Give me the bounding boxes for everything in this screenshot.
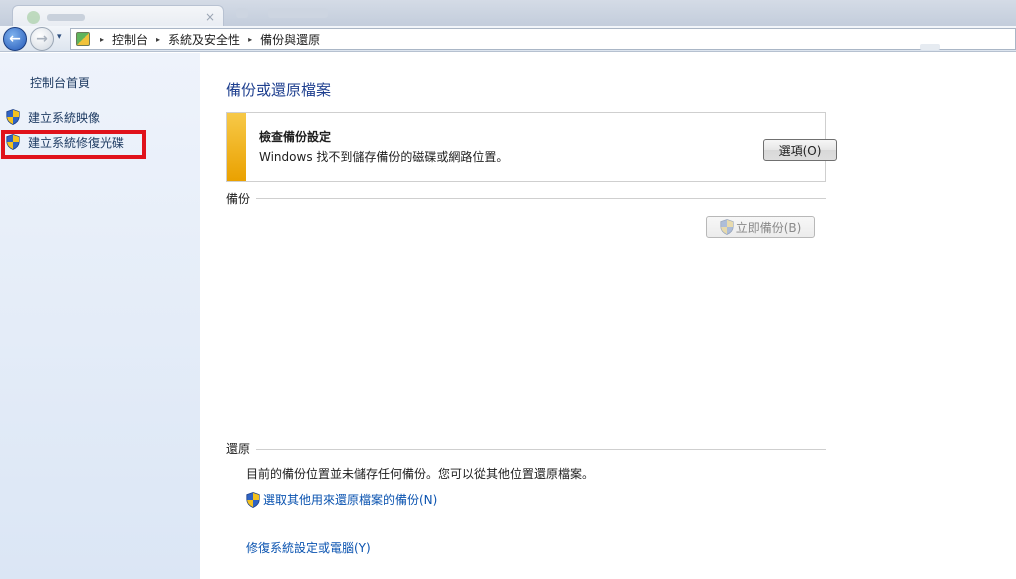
breadcrumb-control-panel[interactable]: 控制台 [112,31,148,48]
title-bar: × [0,0,1016,28]
section-divider [256,198,826,199]
sidebar: 控制台首頁 建立系統映像 建立系統修復光碟 [0,53,200,579]
recent-pages-dropdown-icon[interactable]: ▾ [57,32,62,42]
close-icon[interactable]: × [205,10,215,24]
backup-settings-notice: 檢查備份設定 Windows 找不到儲存備份的磁碟或網路位置。 選項(O) [226,112,837,182]
sidebar-item-create-system-image[interactable]: 建立系統映像 [6,108,100,126]
backup-section-label: 備份 [226,192,251,206]
blurred-element [236,8,248,18]
navigation-bar: ← → ▾ ▸ 控制台 ▸ 系統及安全性 ▸ 備份與還原 [0,26,1016,52]
shield-icon [720,219,734,235]
forward-button[interactable]: → [30,27,54,51]
back-button[interactable]: ← [3,27,27,51]
shield-icon [6,109,20,125]
address-bar[interactable]: ▸ 控制台 ▸ 系統及安全性 ▸ 備份與還原 [70,28,1016,50]
sidebar-item-label: 建立系統映像 [28,110,101,125]
blurred-element [920,44,940,50]
notice-message: Windows 找不到儲存備份的磁碟或網路位置。 [259,150,509,164]
blurred-element [268,8,328,18]
arrow-left-icon: ← [9,31,21,47]
back-up-now-label: 立即備份(B) [735,220,802,235]
shield-icon [246,491,260,508]
warning-bar [227,113,246,181]
highlight-annotation-box [1,130,146,159]
tab-favicon-icon [27,11,40,24]
restore-section-label: 還原 [226,442,251,456]
select-another-backup-label: 選取其他用來還原檔案的備份(N) [263,493,438,507]
chevron-right-icon[interactable]: ▸ [156,35,160,44]
browser-tab[interactable]: × [12,5,224,28]
sidebar-home-link[interactable]: 控制台首頁 [30,74,90,91]
restore-status-text: 目前的備份位置並未儲存任何備份。您可以從其他位置還原檔案。 [246,467,595,481]
tab-title-blurred [47,14,85,21]
section-divider [256,449,826,450]
notice-title: 檢查備份設定 [259,130,332,144]
page-title: 備份或還原檔案 [226,81,332,99]
main-content: 備份或還原檔案 檢查備份設定 Windows 找不到儲存備份的磁碟或網路位置。 … [200,53,1016,579]
back-up-now-button[interactable]: 立即備份(B) [706,216,815,238]
control-panel-icon [74,31,92,47]
breadcrumb-backup-restore[interactable]: 備份與還原 [260,31,320,48]
options-button[interactable]: 選項(O) [763,139,837,161]
recover-system-settings-label: 修復系統設定或電腦(Y) [246,541,371,555]
chevron-right-icon[interactable]: ▸ [248,35,252,44]
arrow-right-icon: → [36,31,48,47]
select-another-backup-link[interactable]: 選取其他用來還原檔案的備份(N) [246,491,437,508]
breadcrumb-system-security[interactable]: 系統及安全性 [168,31,240,48]
recover-system-settings-link[interactable]: 修復系統設定或電腦(Y) [246,539,371,556]
chevron-right-icon[interactable]: ▸ [100,35,104,44]
